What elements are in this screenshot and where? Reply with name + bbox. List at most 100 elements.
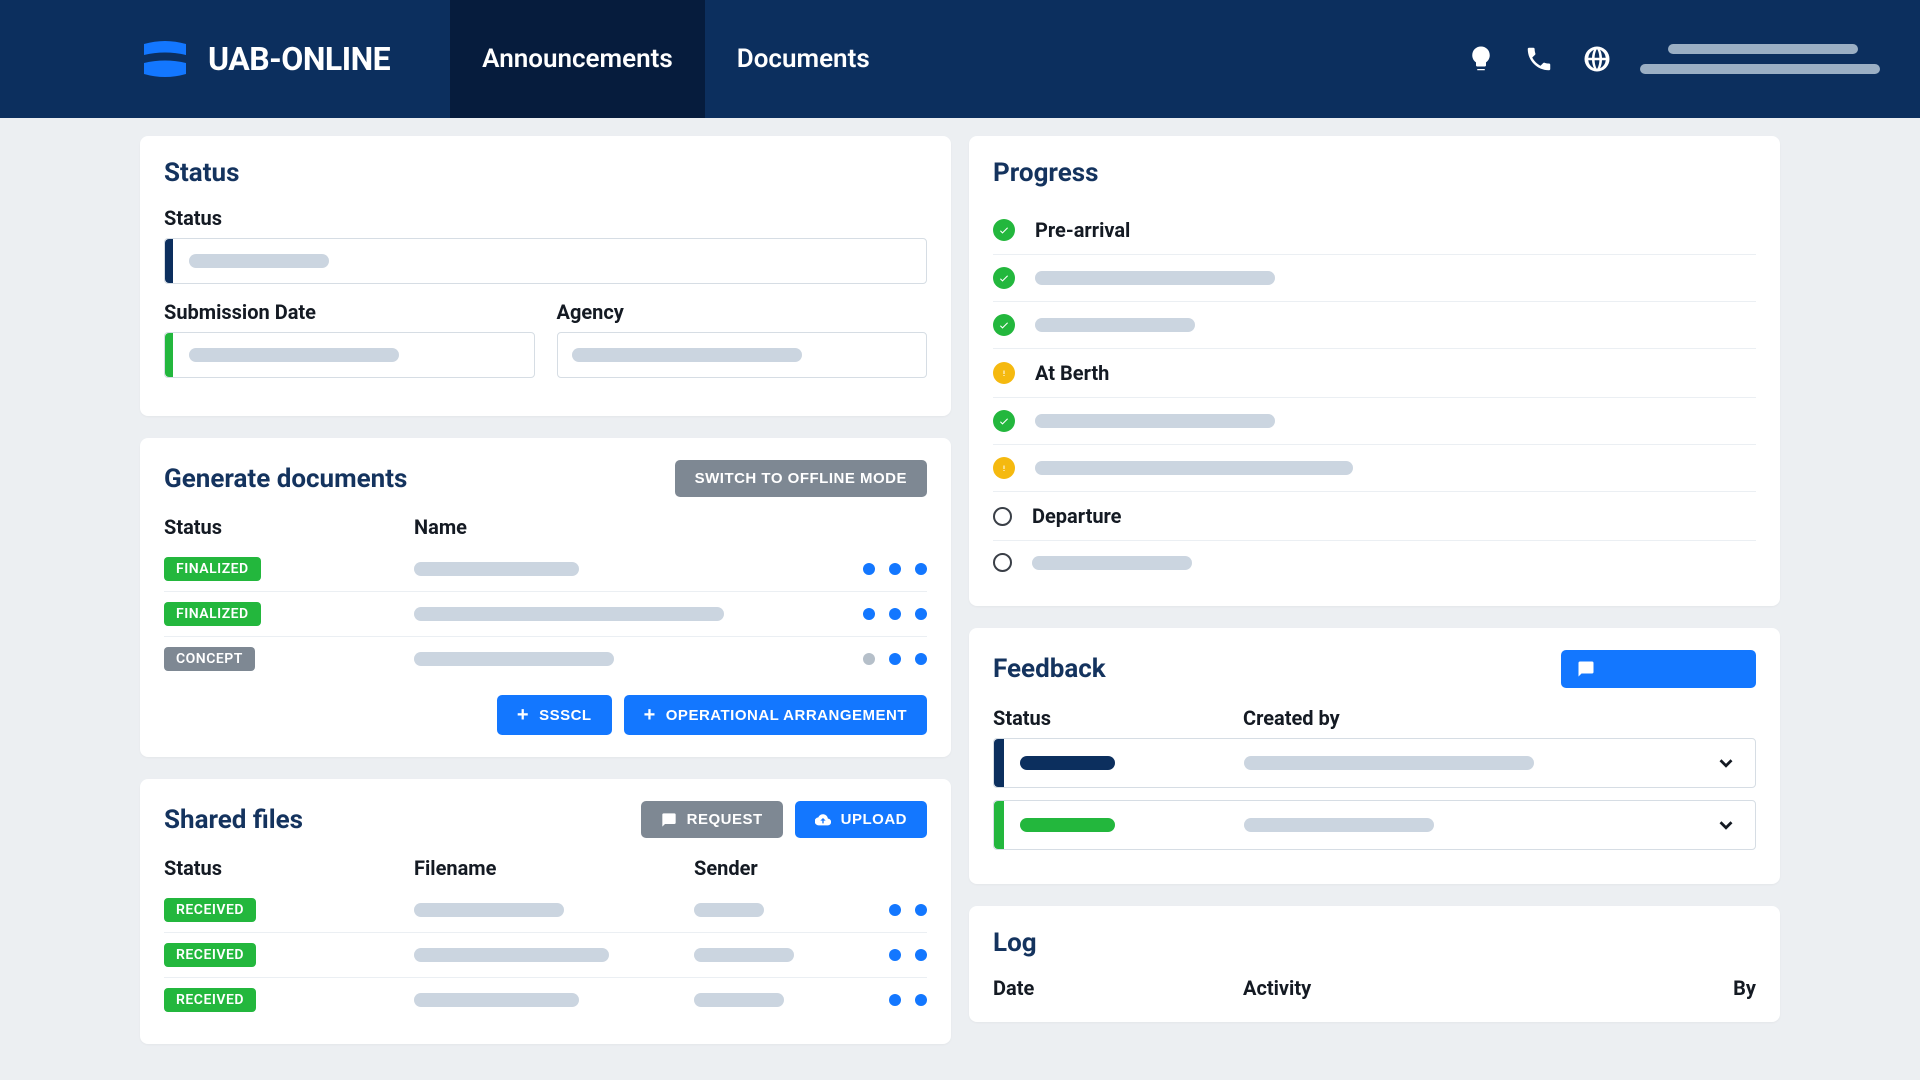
progress-item <box>993 302 1756 349</box>
logo-icon <box>140 38 190 80</box>
sf-header-sender: Sender <box>694 856 927 880</box>
feedback-card: Feedback Status Created by <box>969 628 1780 884</box>
fb-header-status: Status <box>993 706 1243 730</box>
shared-files-title: Shared files <box>164 805 303 835</box>
action-dot[interactable] <box>863 563 875 575</box>
progress-item <box>993 541 1756 584</box>
action-dot[interactable] <box>863 608 875 620</box>
progress-item <box>993 398 1756 445</box>
switch-offline-button[interactable]: SWITCH TO OFFLINE MODE <box>675 460 927 497</box>
progress-item <box>993 255 1756 302</box>
gen-header-name: Name <box>414 515 927 539</box>
request-button[interactable]: REQUEST <box>641 801 783 838</box>
progress-title: Progress <box>993 158 1756 188</box>
upload-button[interactable]: UPLOAD <box>795 801 927 838</box>
shared-files-card: Shared files REQUEST UPLOAD Status Filen… <box>140 779 951 1044</box>
warning-icon <box>993 457 1015 479</box>
status-badge: FINALIZED <box>164 557 261 581</box>
submission-date-label: Submission Date <box>164 300 535 324</box>
circle-empty-icon <box>993 553 1012 572</box>
generate-documents-card: Generate documents SWITCH TO OFFLINE MOD… <box>140 438 951 757</box>
check-icon <box>993 219 1015 241</box>
log-title: Log <box>993 928 1756 958</box>
chevron-down-icon[interactable] <box>1715 814 1737 836</box>
chevron-down-icon[interactable] <box>1715 752 1737 774</box>
log-card: Log Date Activity By <box>969 906 1780 1022</box>
feedback-comment-button[interactable] <box>1561 650 1756 688</box>
generate-docs-title: Generate documents <box>164 464 407 494</box>
sf-header-status: Status <box>164 856 414 880</box>
status-badge: CONCEPT <box>164 647 255 671</box>
user-profile[interactable] <box>1640 44 1880 74</box>
main-content: Status Status Submission Date Agency <box>0 118 1920 1062</box>
circle-empty-icon <box>993 507 1012 526</box>
status-badge: RECEIVED <box>164 988 256 1012</box>
action-dot[interactable] <box>915 904 927 916</box>
status-badge: RECEIVED <box>164 898 256 922</box>
progress-item: At Berth <box>993 349 1756 398</box>
plus-icon: + <box>517 705 529 725</box>
progress-label: Departure <box>1032 504 1121 528</box>
operational-arrangement-button[interactable]: +OPERATIONAL ARRANGEMENT <box>624 695 927 735</box>
status-field[interactable] <box>164 238 927 284</box>
progress-item <box>993 445 1756 492</box>
tab-announcements[interactable]: Announcements <box>450 0 705 118</box>
document-row: FINALIZED <box>164 547 927 592</box>
file-row: RECEIVED <box>164 978 927 1022</box>
plus-icon: + <box>644 705 656 725</box>
check-icon <box>993 267 1015 289</box>
action-dot[interactable] <box>889 608 901 620</box>
action-dot[interactable] <box>915 563 927 575</box>
progress-label: At Berth <box>1035 361 1109 385</box>
document-row: FINALIZED <box>164 592 927 637</box>
progress-label: Pre-arrival <box>1035 218 1130 242</box>
file-row: RECEIVED <box>164 933 927 978</box>
action-dot[interactable] <box>863 653 875 665</box>
status-badge: FINALIZED <box>164 602 261 626</box>
ssscl-button[interactable]: +SSSCL <box>497 695 612 735</box>
action-dot[interactable] <box>889 904 901 916</box>
progress-card: Progress Pre-arrival At Berth Departure <box>969 136 1780 606</box>
fb-header-created: Created by <box>1243 706 1756 730</box>
gen-header-status: Status <box>164 515 414 539</box>
log-header-date: Date <box>993 976 1243 1000</box>
log-header-activity: Activity <box>1243 976 1696 1000</box>
action-dot[interactable] <box>889 653 901 665</box>
status-card: Status Status Submission Date Agency <box>140 136 951 416</box>
feedback-row[interactable] <box>993 800 1756 850</box>
action-dot[interactable] <box>915 994 927 1006</box>
logo: UAB-ONLINE <box>140 38 390 80</box>
status-badge: RECEIVED <box>164 943 256 967</box>
feedback-row[interactable] <box>993 738 1756 788</box>
header-actions <box>1466 44 1880 74</box>
lightbulb-icon[interactable] <box>1466 44 1496 74</box>
tab-documents[interactable]: Documents <box>705 0 902 118</box>
action-dot[interactable] <box>915 653 927 665</box>
log-header-by: By <box>1696 976 1756 1000</box>
chat-icon <box>1577 660 1595 678</box>
brand-name: UAB-ONLINE <box>208 40 390 78</box>
cloud-upload-icon <box>815 812 831 828</box>
progress-item: Pre-arrival <box>993 206 1756 255</box>
status-field-label: Status <box>164 206 927 230</box>
agency-label: Agency <box>557 300 928 324</box>
action-dot[interactable] <box>889 994 901 1006</box>
right-column: Progress Pre-arrival At Berth Departure Fe… <box>969 136 1780 1044</box>
check-icon <box>993 410 1015 432</box>
left-column: Status Status Submission Date Agency <box>140 136 951 1044</box>
action-dot[interactable] <box>889 563 901 575</box>
feedback-title: Feedback <box>993 654 1106 684</box>
document-row: CONCEPT <box>164 637 927 681</box>
globe-icon[interactable] <box>1582 44 1612 74</box>
action-dot[interactable] <box>915 949 927 961</box>
action-dot[interactable] <box>889 949 901 961</box>
app-header: UAB-ONLINE Announcements Documents <box>0 0 1920 118</box>
check-icon <box>993 314 1015 336</box>
agency-field[interactable] <box>557 332 928 378</box>
action-dot[interactable] <box>915 608 927 620</box>
chat-icon <box>661 812 677 828</box>
submission-date-field[interactable] <box>164 332 535 378</box>
file-row: RECEIVED <box>164 888 927 933</box>
phone-icon[interactable] <box>1524 44 1554 74</box>
status-title: Status <box>164 158 927 188</box>
